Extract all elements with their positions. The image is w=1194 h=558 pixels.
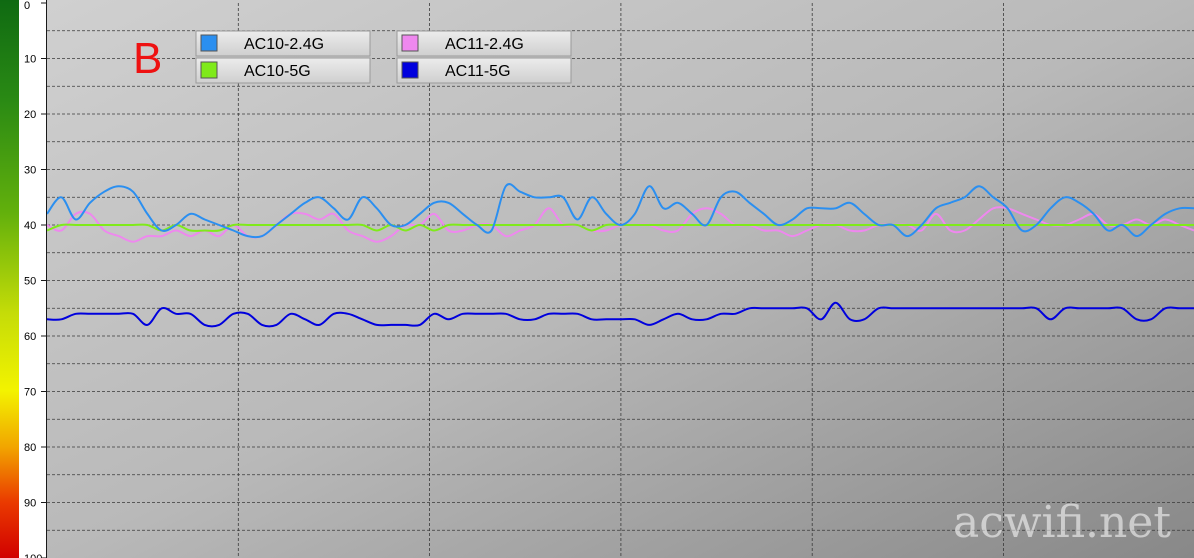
y-tick-label: 40 bbox=[24, 220, 36, 232]
signal-strength-chart: 0 10 20 30 40 50 60 70 80 90 100 AC10-2.4G AC10-5G A… bbox=[24, 0, 1194, 558]
signal-strength-window: 0 10 20 30 40 50 60 70 80 90 100 AC10-2.4G AC10-5G A… bbox=[0, 0, 1194, 558]
chart-label-badge: B bbox=[133, 34, 162, 83]
y-axis-ticks: 0 10 20 30 40 50 60 70 80 90 100 bbox=[24, 0, 47, 558]
y-axis-line bbox=[46, 0, 47, 558]
y-tick-label: 20 bbox=[24, 109, 36, 121]
y-tick-label: 60 bbox=[24, 331, 36, 343]
y-tick-label: 90 bbox=[24, 498, 36, 510]
legend-swatch-ac10-2-4g bbox=[200, 34, 218, 52]
plot-area bbox=[46, 0, 1194, 558]
legend-swatch-ac10-5g bbox=[200, 61, 218, 79]
y-tick-label: 10 bbox=[24, 54, 36, 66]
legend-swatch-ac11-5g bbox=[401, 61, 419, 79]
watermark: acwifi.net bbox=[953, 497, 1171, 548]
y-tick-label: 0 bbox=[24, 0, 30, 12]
legend-swatch-ac11-2-4g bbox=[401, 34, 419, 52]
legend-label-ac11-5g: AC11-5G bbox=[445, 63, 511, 80]
y-tick-label: 100 bbox=[24, 553, 42, 558]
y-tick-label: 50 bbox=[24, 276, 36, 288]
legend-label-ac10-2-4g: AC10-2.4G bbox=[244, 36, 324, 53]
y-tick-label: 30 bbox=[24, 165, 36, 177]
legend-label-ac10-5g: AC10-5G bbox=[244, 63, 311, 80]
y-tick-label: 70 bbox=[24, 387, 36, 399]
y-tick-label: 80 bbox=[24, 442, 36, 454]
legend-label-ac11-2-4g: AC11-2.4G bbox=[445, 36, 524, 53]
